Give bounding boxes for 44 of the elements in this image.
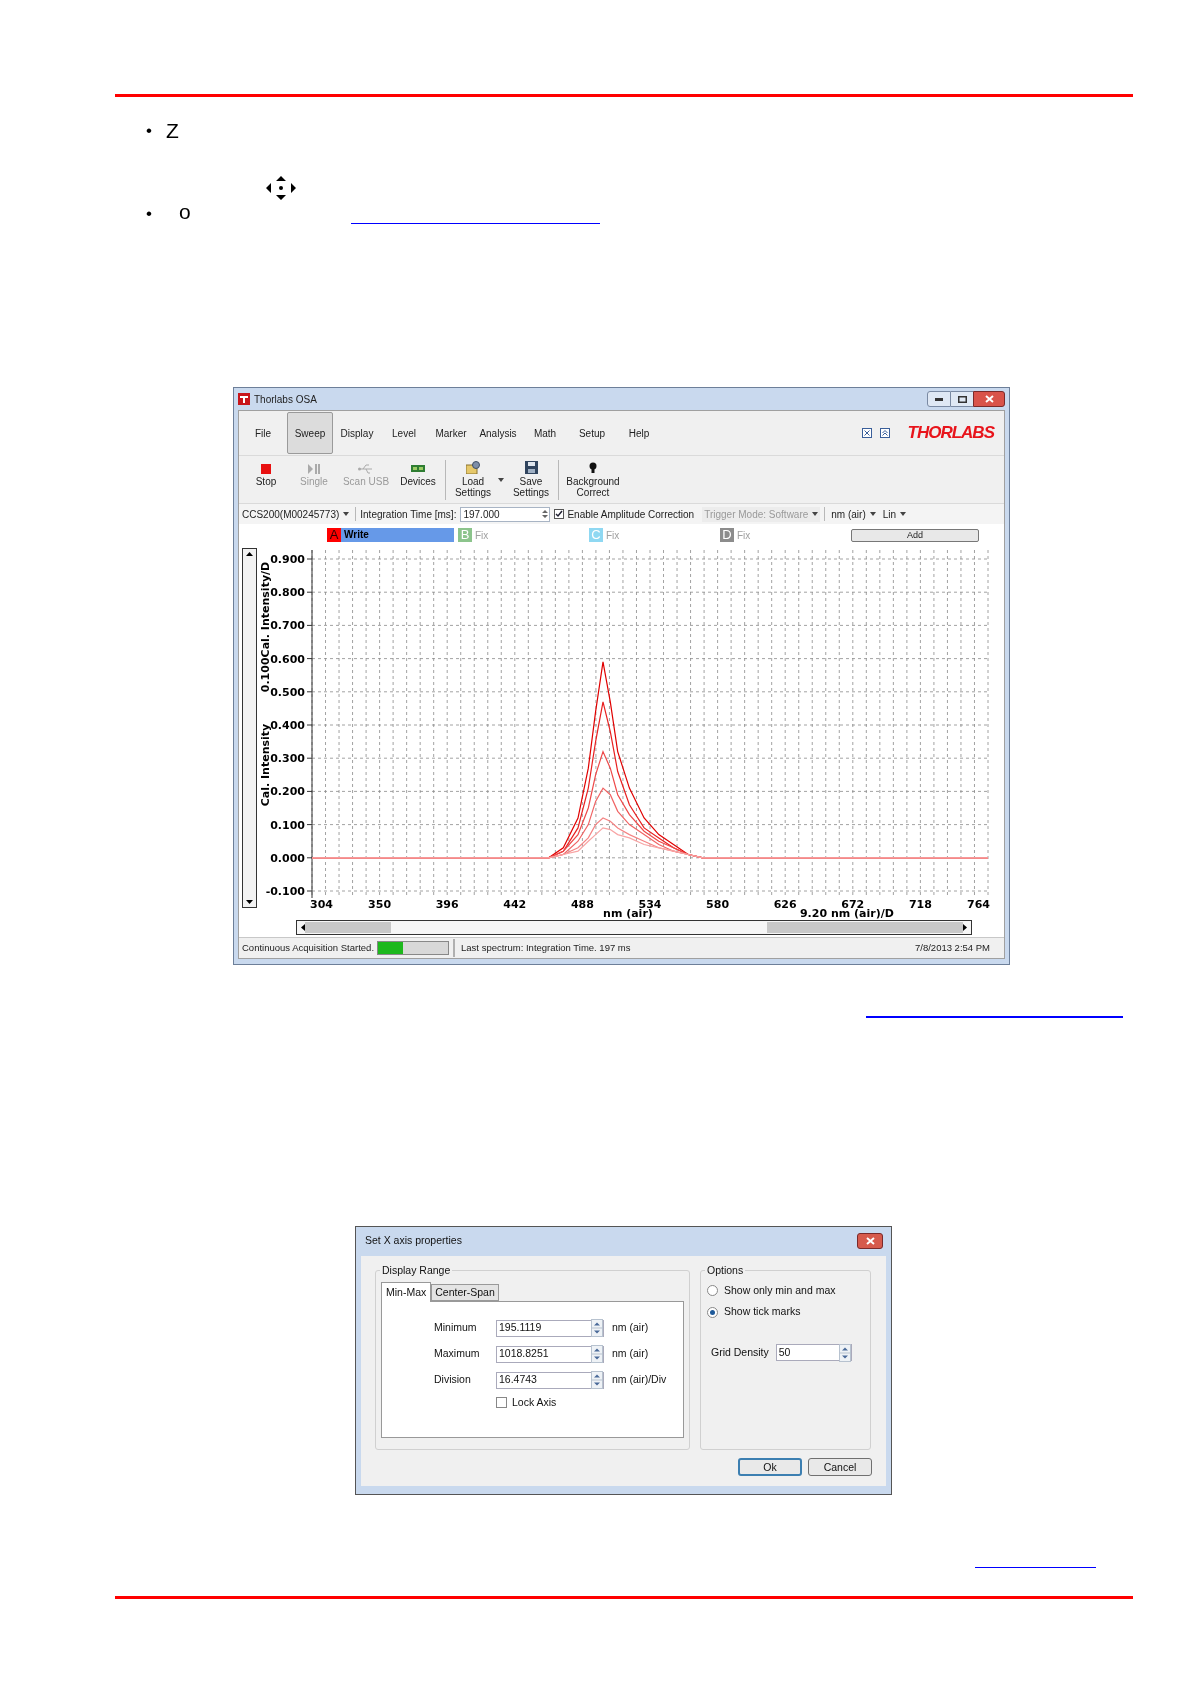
y-tick-label: 0.600: [270, 652, 305, 666]
x-tick-label: 764: [967, 898, 990, 911]
trace-letter-tag: B: [458, 528, 472, 542]
integration-time-label: Integration Time [ms]:: [360, 507, 457, 522]
y-tick-label: -0.100: [265, 885, 305, 898]
bullet-text: o: [178, 201, 191, 222]
x-tick-label: 718: [908, 898, 932, 911]
timestamp: 7/8/2013 2:54 PM: [915, 940, 990, 955]
bullet-marker: •: [146, 205, 152, 222]
bullet-text: Z: [165, 119, 179, 141]
trace-letter-tag: D: [720, 528, 734, 542]
field-label: Minimum: [434, 1320, 478, 1336]
x-tick-label: 350: [368, 898, 392, 911]
x-tick-label: 580: [706, 898, 730, 911]
y-division-label: 0.100Cal. Intensity/D: [259, 561, 272, 693]
x-tick-label: 304: [310, 898, 333, 911]
brand-logo: THORLABS: [907, 422, 994, 445]
unit-label: nm (air): [612, 1346, 649, 1362]
y-tick-label: 0.300: [270, 752, 305, 766]
y-tick-label: 0.000: [270, 851, 305, 865]
last-spectrum-info: Last spectrum: Integration Time. 197 ms: [461, 940, 631, 955]
x-tick-label: 396: [435, 898, 459, 911]
y-tick-label: 0.100: [270, 818, 305, 832]
y-tick-label: 0.700: [270, 619, 305, 633]
x-tick-label: 442: [503, 898, 527, 911]
bullet-marker: •: [146, 121, 152, 139]
y-tick-label: 0.900: [270, 553, 305, 566]
window-title: Thorlabs OSA: [254, 392, 317, 407]
status-message: Continuous Acquisition Started.: [242, 940, 375, 955]
trace-letter-tag: A: [327, 528, 341, 542]
field-label: Division: [434, 1372, 472, 1388]
x-tick-label: 626: [773, 898, 797, 911]
x-tick-label: 488: [570, 898, 594, 911]
trace-letter-tag: C: [589, 528, 603, 542]
field-label: Maximum: [434, 1346, 481, 1362]
y-tick-label: 0.800: [270, 586, 305, 600]
unit-label: nm (air)/Div: [612, 1372, 667, 1388]
dialog-title: Set X axis properties: [365, 1233, 462, 1249]
unit-label: nm (air): [612, 1320, 649, 1336]
y-axis-title: Cal. Intensity: [259, 723, 272, 807]
y-tick-label: 0.400: [270, 719, 305, 732]
y-tick-label: 0.500: [270, 685, 305, 699]
field-label: Grid Density: [711, 1344, 769, 1360]
y-tick-label: 0.200: [270, 785, 305, 799]
